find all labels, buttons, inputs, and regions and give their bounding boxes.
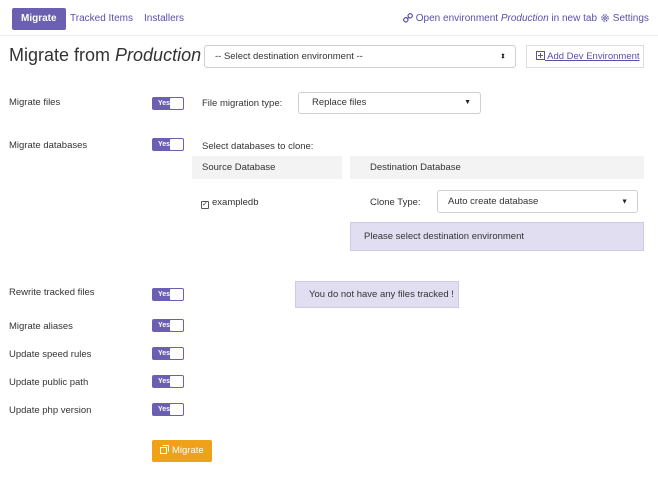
source-database-header: Source Database: [192, 156, 342, 179]
update-public-path-toggle[interactable]: Yes: [152, 375, 184, 388]
migrate-button[interactable]: Migrate: [152, 440, 212, 462]
migrate-files-toggle[interactable]: Yes: [152, 97, 184, 110]
toggle-state: Yes: [158, 141, 171, 148]
checkbox-checked-icon[interactable]: ✓: [201, 201, 209, 209]
database-name: exampledb: [212, 197, 259, 208]
rewrite-tracked-files-label: Rewrite tracked files: [9, 287, 95, 298]
toggle-knob: [170, 98, 183, 109]
migrate-aliases-label: Migrate aliases: [9, 321, 73, 332]
migrate-aliases-toggle[interactable]: Yes: [152, 319, 184, 332]
page-title: Migrate from Production to: [9, 45, 221, 66]
select-databases-label: Select databases to clone:: [202, 141, 314, 152]
destination-select-value: -- Select destination environment --: [215, 51, 363, 62]
settings-label: Settings: [612, 13, 649, 24]
database-row[interactable]: ✓ exampledb: [201, 197, 258, 209]
toggle-state: Yes: [158, 406, 171, 413]
update-speed-rules-label: Update speed rules: [9, 349, 92, 360]
toggle-knob: [170, 139, 183, 150]
link-icon: [403, 13, 413, 23]
settings-link[interactable]: Settings: [600, 8, 649, 30]
destination-database-header: Destination Database: [350, 156, 644, 179]
open-env-prefix: Open environment: [415, 13, 501, 24]
toggle-knob: [170, 404, 183, 415]
toggle-knob: [170, 348, 183, 359]
file-migration-type-label: File migration type:: [202, 98, 283, 109]
open-env-name: Production: [500, 13, 549, 24]
title-env: Production: [115, 45, 202, 65]
update-speed-rules-toggle[interactable]: Yes: [152, 347, 184, 360]
toggle-state: Yes: [158, 291, 171, 298]
clone-type-label: Clone Type:: [370, 197, 421, 208]
toggle-knob: [170, 320, 183, 331]
destination-environment-select[interactable]: -- Select destination environment -- ⬍: [204, 45, 516, 68]
dropdown-caret-icon: ▼: [621, 198, 628, 205]
add-env-label: Add Dev Environment: [547, 51, 640, 62]
title-prefix: Migrate from: [9, 45, 116, 65]
clone-type-value: Auto create database: [448, 196, 539, 207]
toggle-state: Yes: [158, 100, 171, 107]
migrate-button-label: Migrate: [171, 445, 204, 456]
update-public-path-label: Update public path: [9, 377, 89, 388]
rewrite-tracked-files-toggle[interactable]: Yes: [152, 288, 184, 301]
clone-type-select[interactable]: Auto create database ▼: [437, 190, 638, 213]
toggle-knob: [170, 289, 183, 300]
toggle-knob: [170, 376, 183, 387]
tracked-files-notice: You do not have any files tracked !: [295, 281, 459, 308]
top-nav: Migrate Tracked Items Installers Open en…: [0, 0, 658, 36]
file-migration-type-select[interactable]: Replace files ▼: [298, 92, 481, 114]
tab-migrate[interactable]: Migrate: [12, 8, 66, 30]
toggle-state: Yes: [158, 378, 171, 385]
plus-square-icon: [536, 51, 545, 60]
migrate-databases-label: Migrate databases: [9, 140, 88, 151]
add-dev-environment-link[interactable]: Add Dev Environment: [526, 45, 644, 68]
migrate-files-label: Migrate files: [9, 97, 61, 108]
toggle-state: Yes: [158, 322, 171, 329]
open-environment-link[interactable]: Open environment Production in new tab: [403, 8, 597, 30]
update-php-version-toggle[interactable]: Yes: [152, 403, 184, 416]
gear-icon: [601, 14, 609, 23]
tab-tracked-items[interactable]: Tracked Items: [70, 8, 133, 30]
open-env-suffix: in new tab: [548, 13, 598, 24]
file-migration-type-value: Replace files: [312, 97, 367, 108]
destination-notice: Please select destination environment: [350, 222, 644, 251]
dropdown-caret-icon: ▼: [464, 99, 471, 106]
tab-installers[interactable]: Installers: [144, 8, 184, 30]
migrate-databases-toggle[interactable]: Yes: [152, 138, 184, 151]
updown-caret-icon: ⬍: [500, 53, 506, 60]
update-php-version-label: Update php version: [9, 405, 92, 416]
toggle-state: Yes: [158, 350, 171, 357]
copy-icon: [160, 445, 170, 454]
